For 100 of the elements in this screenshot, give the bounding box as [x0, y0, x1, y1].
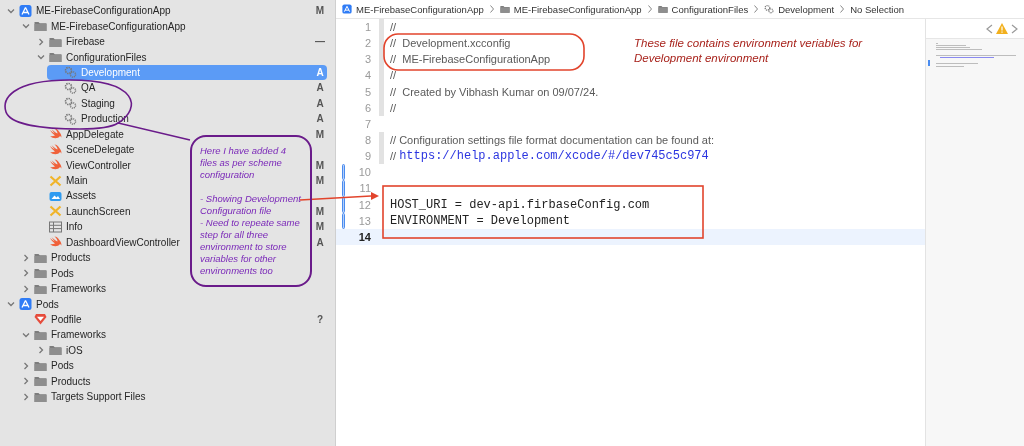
navigator-item[interactable]: Products	[51, 252, 91, 264]
folder-icon	[34, 375, 47, 388]
folder-icon	[34, 282, 47, 295]
navigator-item[interactable]: ME-FirebaseConfigurationApp	[51, 20, 186, 32]
swift-icon	[49, 159, 62, 172]
line-number: 13	[357, 214, 372, 227]
navigator-item[interactable]: Staging	[81, 97, 115, 109]
status-label: M	[314, 175, 326, 187]
line-number: 5	[363, 85, 372, 98]
line-number: 7	[363, 117, 372, 130]
navigator-item[interactable]: Main	[66, 175, 88, 187]
code-comment: // Configuration settings file format documentation can be found at:	[390, 134, 715, 147]
breadcrumb-item[interactable]: ME-FirebaseConfigurationApp	[499, 3, 642, 15]
gear-icon	[64, 81, 77, 94]
documentation-link[interactable]: https://help.apple.com/xcode/#/dev745c5c974	[399, 149, 709, 164]
navigator-item[interactable]: Firebase	[66, 36, 105, 48]
folder-icon	[49, 51, 62, 64]
line-number: 10	[357, 166, 372, 179]
chevron-right-icon[interactable]	[21, 360, 31, 371]
status-label: M	[314, 221, 326, 233]
chevron-right-icon[interactable]	[21, 252, 31, 263]
warning-icon[interactable]	[996, 23, 1008, 34]
navigator-item[interactable]: Products	[51, 375, 91, 387]
chevron-right-icon[interactable]	[36, 36, 46, 47]
navigator-item[interactable]: Frameworks	[51, 283, 106, 295]
navigator-item[interactable]: ConfigurationFiles	[66, 51, 147, 63]
folder-icon	[34, 328, 47, 341]
code-comment: // Development.xcconfig	[390, 37, 511, 50]
forward-icon[interactable]	[1011, 23, 1018, 34]
chevron-right-icon[interactable]	[21, 391, 31, 402]
line-number: 11	[358, 182, 372, 195]
navigator-item[interactable]: Targets Support Files	[51, 391, 146, 403]
swift-icon	[49, 143, 62, 156]
breadcrumb-item[interactable]: No Selection	[850, 3, 905, 15]
project-icon	[342, 4, 352, 14]
folder-icon	[49, 35, 62, 48]
folder-icon	[34, 20, 47, 33]
navigator-item[interactable]: SceneDelegate	[66, 144, 135, 156]
navigator-item[interactable]: AppDelegate	[66, 128, 124, 140]
folder-icon	[34, 251, 47, 264]
status-label: ?	[315, 313, 325, 325]
folder-icon	[34, 390, 47, 403]
status-label: A	[315, 97, 325, 109]
status-label: A	[315, 82, 325, 94]
code-comment: //	[390, 101, 397, 114]
gear-icon	[764, 4, 775, 14]
code-comment: //	[390, 69, 397, 82]
code-text: HOST_URI = dev-api.firbaseConfig.com	[390, 197, 650, 212]
back-icon[interactable]	[986, 23, 993, 34]
gem-icon	[34, 313, 47, 326]
gear-icon	[64, 112, 77, 125]
code-comment: // ME-FirebaseConfigurationApp	[390, 53, 551, 66]
project-icon	[19, 298, 32, 311]
chevron-right-icon[interactable]	[36, 345, 46, 356]
code-text: ENVIRONMENT = Development	[390, 213, 571, 228]
navigator-item[interactable]: Frameworks	[51, 329, 106, 341]
line-number: 3	[363, 53, 372, 66]
swift-icon	[49, 128, 62, 141]
navigator-item[interactable]: Info	[66, 221, 83, 233]
navigator-item[interactable]: iOS	[66, 344, 83, 356]
chevron-right-icon	[753, 5, 760, 13]
code-comment: //	[390, 21, 397, 34]
navigator-item[interactable]: ViewController	[66, 159, 131, 171]
line-number: 4	[363, 69, 372, 82]
navigator-item[interactable]: Pods	[51, 267, 74, 279]
line-number: 1	[363, 21, 372, 34]
code-comment: //	[390, 150, 397, 163]
navigator-item[interactable]: ME-FirebaseConfigurationApp	[36, 5, 171, 17]
folder-icon	[49, 344, 62, 357]
status-label: M	[314, 159, 326, 171]
folder-icon	[657, 4, 668, 14]
chevron-right-icon	[646, 5, 653, 13]
chevron-right-icon[interactable]	[21, 268, 31, 279]
assets-icon	[49, 189, 62, 202]
project-icon	[19, 4, 32, 17]
navigator-item[interactable]: QA	[81, 82, 96, 94]
folder-icon	[499, 4, 510, 14]
annotation-note: These file contains environment veriables for Development environment	[634, 36, 864, 66]
line-number: 8	[363, 134, 372, 147]
gear-icon	[64, 97, 77, 110]
navigator-item[interactable]: Pods	[51, 360, 74, 372]
status-label: M	[314, 128, 326, 140]
chevron-right-icon[interactable]	[21, 283, 31, 294]
breadcrumb-item[interactable]: ConfigurationFiles	[657, 3, 749, 15]
navigator-item[interactable]: Pods	[36, 298, 59, 310]
chevron-right-icon[interactable]	[21, 376, 31, 387]
navigator-item[interactable]: LaunchScreen	[66, 205, 131, 217]
line-number: 12	[357, 198, 372, 211]
navigator-item[interactable]: Podfile	[51, 313, 82, 325]
status-label: M	[314, 5, 326, 17]
navigator-item[interactable]: Assets	[66, 190, 96, 202]
callout-box: Here I have added 4 files as per scheme configuration - Showing Development Configuration file - Need to repeate same step for all three environment to store variables for other environments too	[190, 135, 312, 287]
cross-icon	[49, 205, 62, 218]
swift-icon	[49, 236, 62, 249]
line-number: 14	[357, 230, 372, 243]
cross-icon	[49, 174, 62, 187]
breadcrumb-item[interactable]: ME-FirebaseConfigurationApp	[342, 3, 484, 15]
breadcrumb-item[interactable]: Development	[764, 3, 835, 15]
status-label: A	[315, 236, 325, 248]
navigator-item[interactable]: DashboardViewController	[66, 236, 180, 248]
